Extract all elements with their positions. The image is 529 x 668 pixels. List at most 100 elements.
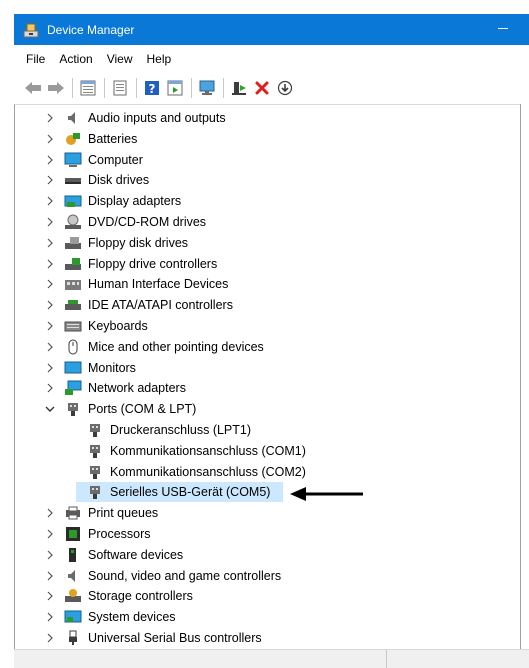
tree-device[interactable]: Kommunikationsanschluss (COM1) [86,441,306,461]
expand-chevron-icon[interactable] [45,217,55,227]
tree-category[interactable]: Processors [64,524,151,544]
tree-category[interactable]: Sound, video and game controllers [64,566,281,586]
tree-category-label: Human Interface Devices [88,277,229,292]
expand-chevron-icon[interactable] [45,300,55,310]
expand-chevron-icon[interactable] [45,321,55,331]
toolbar-separator [223,78,224,98]
processor-icon [64,526,82,542]
printer-icon [64,505,82,521]
expand-chevron-icon[interactable] [45,612,55,622]
monitor-icon [64,360,82,376]
tree-device-selected[interactable]: Serielles USB-Gerät (COM5) [86,482,270,502]
tree-category-label: Sound, video and game controllers [88,568,282,583]
tree-category[interactable]: Human Interface Devices [64,274,228,294]
update-driver-icon[interactable] [274,77,296,99]
ide-controller-icon [64,297,82,313]
update-view-icon[interactable] [164,77,186,99]
tree-category-label: Audio inputs and outputs [88,111,226,125]
menu-bar: File Action View Help [14,45,529,73]
tree-category-label: Mice and other pointing devices [88,339,264,354]
tree-category-label: Batteries [88,131,138,146]
tree-category[interactable]: Floppy disk drives [64,233,188,253]
tree-category-label: Software devices [88,547,184,562]
enable-device-icon[interactable] [228,77,250,99]
mouse-icon [64,339,82,355]
expand-chevron-icon[interactable] [45,633,55,643]
expand-chevron-icon[interactable] [45,591,55,601]
disk-drive-icon [64,172,82,188]
tree-category[interactable]: Display adapters [64,191,181,211]
expand-chevron-icon[interactable] [45,279,55,289]
tree-category-label: Floppy disk drives [88,235,189,250]
scan-hardware-icon[interactable] [196,77,218,99]
properties-list-icon[interactable] [77,77,99,99]
tree-device[interactable]: Druckeranschluss (LPT1) [86,420,251,440]
menu-help[interactable]: Help [140,52,179,66]
expand-chevron-icon[interactable] [45,529,55,539]
annotation-arrow [290,487,363,501]
collapse-chevron-icon[interactable] [45,404,55,414]
tree-device-label: Serielles USB-Gerät (COM5) [110,485,271,500]
tree-category[interactable]: Mice and other pointing devices [64,337,264,357]
show-hide-icon[interactable] [109,77,131,99]
tree-category-label: Disk drives [88,173,150,188]
tree-category[interactable]: IDE ATA/ATAPI controllers [64,295,233,315]
floppy-disk-icon [64,235,82,251]
software-device-icon [64,547,82,563]
keyboard-icon [64,318,82,334]
expand-chevron-icon[interactable] [45,571,55,581]
tree-category[interactable]: Computer [64,150,143,170]
uninstall-icon[interactable] [251,77,273,99]
floppy-controller-icon [64,256,82,272]
battery-icon [64,131,82,147]
tree-category[interactable]: Keyboards [64,316,148,336]
tree-category[interactable]: System devices [64,607,176,627]
expand-chevron-icon[interactable] [45,134,55,144]
tree-category[interactable]: Floppy drive controllers [64,254,217,274]
tree-category[interactable]: Network adapters [64,378,186,398]
expand-chevron-icon[interactable] [45,113,55,123]
expand-chevron-icon[interactable] [45,342,55,352]
tree-category-label: Print queues [88,506,159,521]
port-icon [64,401,82,417]
tree-category[interactable]: Universal Serial Bus controllers [64,628,262,648]
tree-category[interactable]: Ports (COM & LPT) [64,399,196,419]
svg-text:?: ? [149,82,156,96]
tree-category[interactable]: Audio inputs and outputs [64,108,226,128]
expand-chevron-icon[interactable] [45,550,55,560]
help-icon[interactable]: ? [141,77,163,99]
port-icon [86,422,104,438]
minimize-button[interactable] [498,28,508,29]
menu-action[interactable]: Action [52,52,99,66]
tree-category[interactable]: Software devices [64,545,183,565]
port-icon [86,484,104,500]
tree-category-label: Floppy drive controllers [88,256,218,271]
expand-chevron-icon[interactable] [45,363,55,373]
expand-chevron-icon[interactable] [45,508,55,518]
tree-device[interactable]: Kommunikationsanschluss (COM2) [86,462,306,482]
expand-chevron-icon[interactable] [45,383,55,393]
tree-category[interactable]: Storage controllers [64,586,193,606]
speaker-icon [64,110,82,126]
forward-icon[interactable] [45,77,67,99]
tree-category[interactable]: Monitors [64,358,136,378]
tree-category[interactable]: Disk drives [64,170,149,190]
expand-chevron-icon[interactable] [45,175,55,185]
expand-chevron-icon[interactable] [45,259,55,269]
tree-category[interactable]: Print queues [64,503,158,523]
computer-icon [64,152,82,168]
tree-category[interactable]: Batteries [64,129,137,149]
toolbar-separator [191,78,192,98]
back-icon[interactable] [22,77,44,99]
menu-view[interactable]: View [100,52,140,66]
port-icon [86,464,104,480]
toolbar-separator [104,78,105,98]
tree-category-label: Computer [88,152,143,167]
expand-chevron-icon[interactable] [45,155,55,165]
tree-category[interactable]: DVD/CD-ROM drives [64,212,206,232]
tree-category-label: Storage controllers [88,589,193,604]
expand-chevron-icon[interactable] [45,238,55,248]
expand-chevron-icon[interactable] [45,196,55,206]
storage-controller-icon [64,588,82,604]
menu-file[interactable]: File [14,52,52,66]
